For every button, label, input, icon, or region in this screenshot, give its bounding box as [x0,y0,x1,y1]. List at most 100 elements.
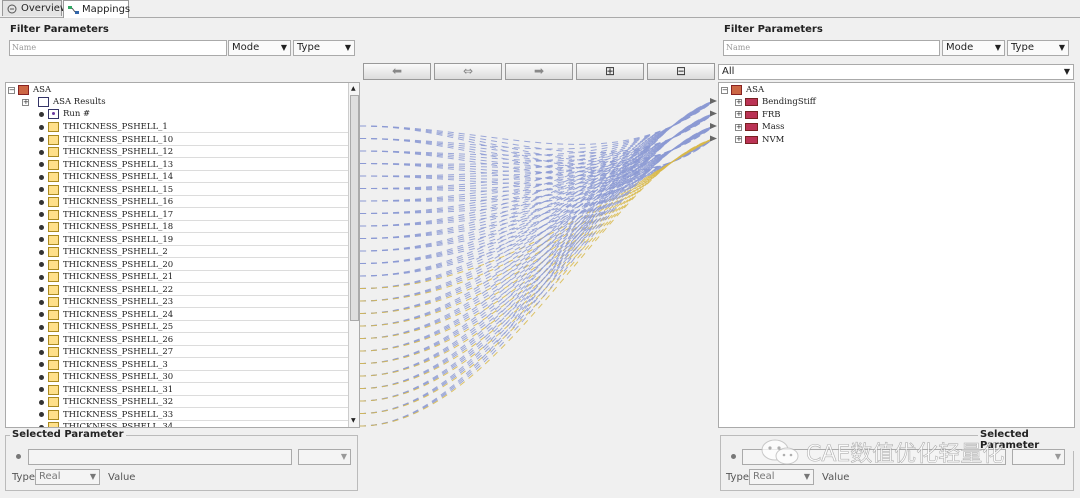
left-selected-combo[interactable]: ▼ [298,449,351,465]
left-type-value-select[interactable]: Real ▼ [35,469,100,485]
bullet-icon [39,199,44,205]
tab-mappings[interactable]: Mappings [63,0,130,18]
tree-output-item[interactable]: + Mass [735,121,785,133]
variable-label: THICKNESS_PSHELL_18 [63,222,174,232]
expand-icon[interactable]: + [22,98,29,106]
mapping-line [360,100,715,289]
map-right-button[interactable]: ➡ [505,63,573,80]
bullet-icon [39,299,44,305]
variable-icon [48,134,59,145]
right-type-value: Real [753,471,775,482]
expand-icon[interactable]: + [735,123,742,131]
left-mode-select[interactable]: Mode ▼ [228,40,291,56]
tree-output-item[interactable]: + BendingStiff [735,96,816,108]
mapping-line [360,113,715,377]
variable-label: THICKNESS_PSHELL_10 [63,134,174,145]
bullet-icon [39,349,44,355]
output-label: FRB [762,109,781,120]
tree-output-item[interactable]: + NVM [735,134,784,146]
bullet-icon [39,174,44,180]
output-icon [745,135,758,144]
tree-run-number[interactable]: Run # [39,108,90,120]
tree-output-item[interactable]: + FRB [735,109,781,121]
collapse-all-button[interactable]: ⊟ [647,63,715,80]
mapping-line [360,113,715,277]
right-name-input[interactable]: Name [723,40,940,56]
mapping-line [360,100,715,227]
bullet-icon [16,454,21,459]
expand-icon[interactable]: + [735,98,742,106]
scroll-down-icon[interactable]: ▼ [351,417,356,424]
bullet-icon [39,249,44,255]
tab-overview-label: Overview [21,3,69,14]
right-scope-select[interactable]: All ▼ [718,64,1074,80]
variable-icon [48,409,59,420]
right-parameter-tree[interactable]: − ASA + BendingStiff + FRB + Mass + NVM [718,82,1075,428]
collapse-icon[interactable]: − [721,86,728,94]
mapping-line [360,100,715,145]
left-value-label: Value [108,472,136,483]
scroll-up-icon[interactable]: ▲ [351,85,356,92]
bullet-icon [39,287,44,292]
variable-icon [48,422,59,427]
mapping-line [360,125,715,227]
expand-icon[interactable]: + [735,136,742,143]
variable-icon [48,159,59,170]
run-icon [48,109,59,119]
chevron-down-icon: ▼ [280,43,287,52]
mappings-icon [68,5,79,15]
left-mode-label: Mode [232,42,260,53]
right-filter-title: Filter Parameters [724,24,823,35]
right-selected-combo[interactable]: ▼ [1012,449,1065,465]
expand-all-button[interactable]: ⊞ [576,63,644,80]
bullet-icon [39,312,44,317]
variable-icon [48,309,59,320]
mapping-line [360,138,715,302]
bullet-icon [39,399,44,405]
variable-label: THICKNESS_PSHELL_24 [63,309,174,320]
mapping-line [360,113,715,364]
map-both-button[interactable]: ⇔ [434,63,502,80]
mapping-line [360,125,715,289]
scroll-thumb[interactable] [350,95,359,321]
map-left-button[interactable]: ⬅ [363,63,431,80]
variable-label: THICKNESS_PSHELL_21 [63,272,174,282]
tree-asa-results[interactable]: + ASA Results [22,96,106,108]
left-selected-name-field[interactable] [28,449,292,465]
variable-label: THICKNESS_PSHELL_15 [63,184,174,195]
tree-root-asa-right[interactable]: − ASA [721,84,764,96]
collapse-icon[interactable]: − [8,86,15,94]
tree-results-label: ASA Results [53,97,106,107]
expand-icon[interactable]: + [735,111,742,118]
right-scope-label: All [722,66,735,77]
right-mode-select[interactable]: Mode ▼ [942,40,1005,56]
variable-icon [48,334,59,345]
right-type-value-select[interactable]: Real ▼ [749,469,814,485]
variable-label: THICKNESS_PSHELL_23 [63,297,174,307]
variable-icon [48,384,59,395]
overview-icon [7,4,18,14]
right-type-select[interactable]: Type ▼ [1007,40,1069,56]
mapping-line [360,138,715,227]
left-parameter-tree[interactable]: − ASA + ASA Results Run # THICKNESS_PSHE… [5,82,360,428]
bullet-icon [39,337,44,342]
bullet-icon [39,111,44,117]
tree-variable-item[interactable]: THICKNESS_PSHELL_34 [39,421,173,427]
variable-label: THICKNESS_PSHELL_13 [63,159,174,170]
tree-root-right-label: ASA [746,85,765,95]
variable-icon [48,209,59,220]
right-type-label: Type [1011,42,1034,53]
tree-root-asa[interactable]: − ASA [8,84,51,96]
left-name-input[interactable]: Name [9,40,227,56]
variable-icon [48,272,59,282]
output-label: Mass [762,122,785,132]
left-selected-title: Selected Parameter [10,429,126,440]
variable-icon [48,347,59,357]
left-tree-scrollbar[interactable]: ▲ ▼ [348,83,359,427]
variable-label: THICKNESS_PSHELL_14 [63,172,174,182]
left-type-select[interactable]: Type ▼ [293,40,355,56]
tab-overview[interactable]: Overview [2,0,68,16]
bullet-icon [39,274,44,280]
arrowhead-icon [710,123,717,129]
asa-icon [18,85,29,95]
